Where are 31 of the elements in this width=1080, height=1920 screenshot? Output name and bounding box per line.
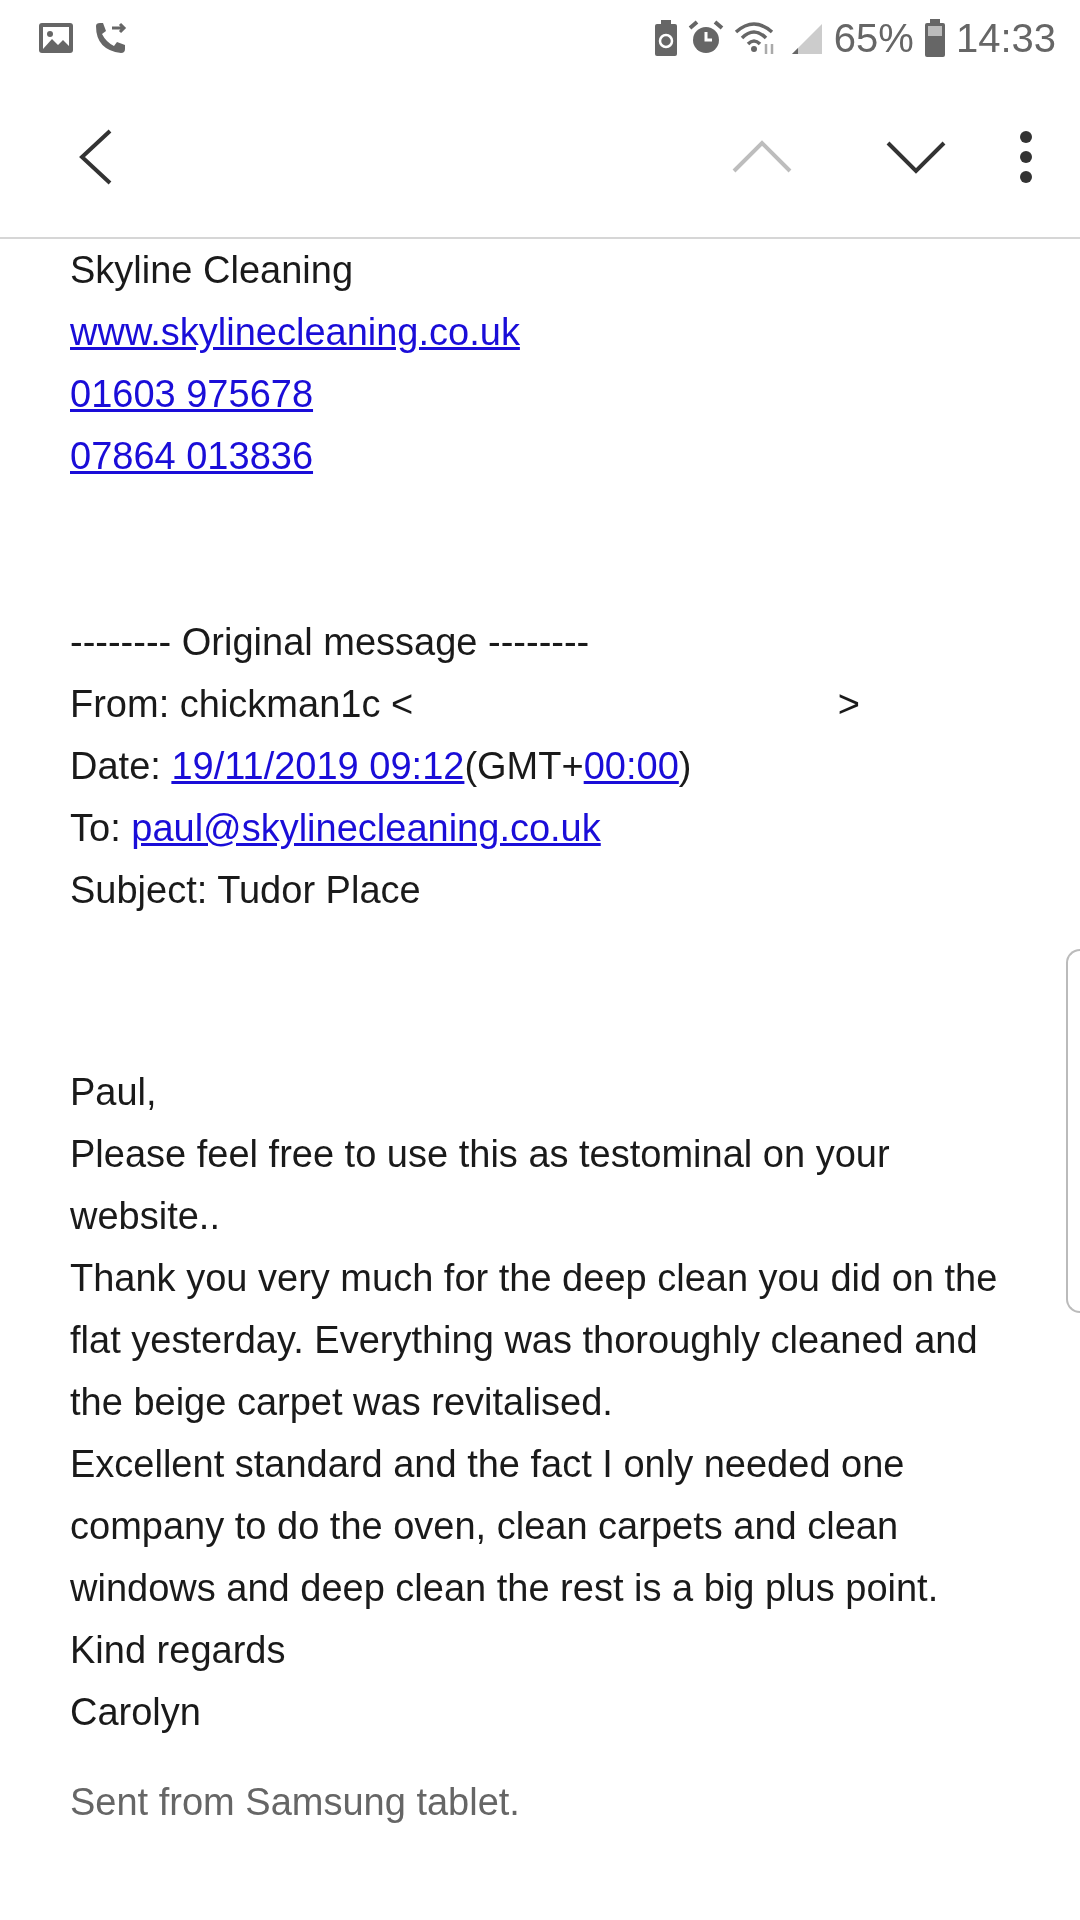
header-text: To: xyxy=(70,806,122,851)
header-text: Date: xyxy=(70,744,162,789)
header-text: (GMT+ xyxy=(464,744,584,789)
signature-text: Sent from Samsung tablet. xyxy=(70,1780,521,1825)
message-paragraph: Carolyn xyxy=(70,1690,202,1735)
up-chevron-icon xyxy=(730,138,794,175)
message-paragraph: Paul, xyxy=(70,1070,158,1115)
link[interactable]: www.skylinecleaning.co.uk xyxy=(70,301,520,363)
more-options-icon xyxy=(1018,128,1034,185)
image-icon xyxy=(38,22,74,54)
battery-icon xyxy=(923,19,946,57)
message-paragraph: Please feel free to use this as testominal on your website.. xyxy=(70,1132,891,1239)
header-text: Subject: Tudor Place xyxy=(70,868,421,913)
original-message-divider: -------- Original message -------- xyxy=(70,620,591,665)
link[interactable]: 01603 975678 xyxy=(70,363,314,425)
clock-time: 14:33 xyxy=(955,15,1056,61)
battery-saver-icon xyxy=(653,20,678,56)
header-text: > xyxy=(837,682,860,727)
signature-name: Skyline Cleaning xyxy=(70,248,354,293)
scrollbar-handle[interactable] xyxy=(1066,949,1080,1313)
message-paragraph: Kind regards xyxy=(70,1628,287,1673)
header-text: From: chickman1c < xyxy=(70,682,414,727)
link[interactable]: 19/11/2019 09:12 xyxy=(171,735,465,797)
link[interactable]: 07864 013836 xyxy=(70,425,314,487)
header-text: ) xyxy=(678,744,692,789)
alarm-icon xyxy=(687,20,724,56)
link[interactable]: 00:00 xyxy=(583,735,679,797)
battery-percentage: 65% xyxy=(833,15,914,61)
link[interactable]: paul@skylinecleaning.co.uk xyxy=(131,797,601,859)
message-paragraph: Thank you very much for the deep clean you did on the flat yesterday. Everything was thoroughly cleaned and the beige carpet was revitalised. xyxy=(70,1256,999,1425)
message-paragraph: Excellent standard and the fact I only needed one company to do the oven, clean carpets and clean windows and deep clean the rest is a big plus point. xyxy=(70,1442,940,1611)
